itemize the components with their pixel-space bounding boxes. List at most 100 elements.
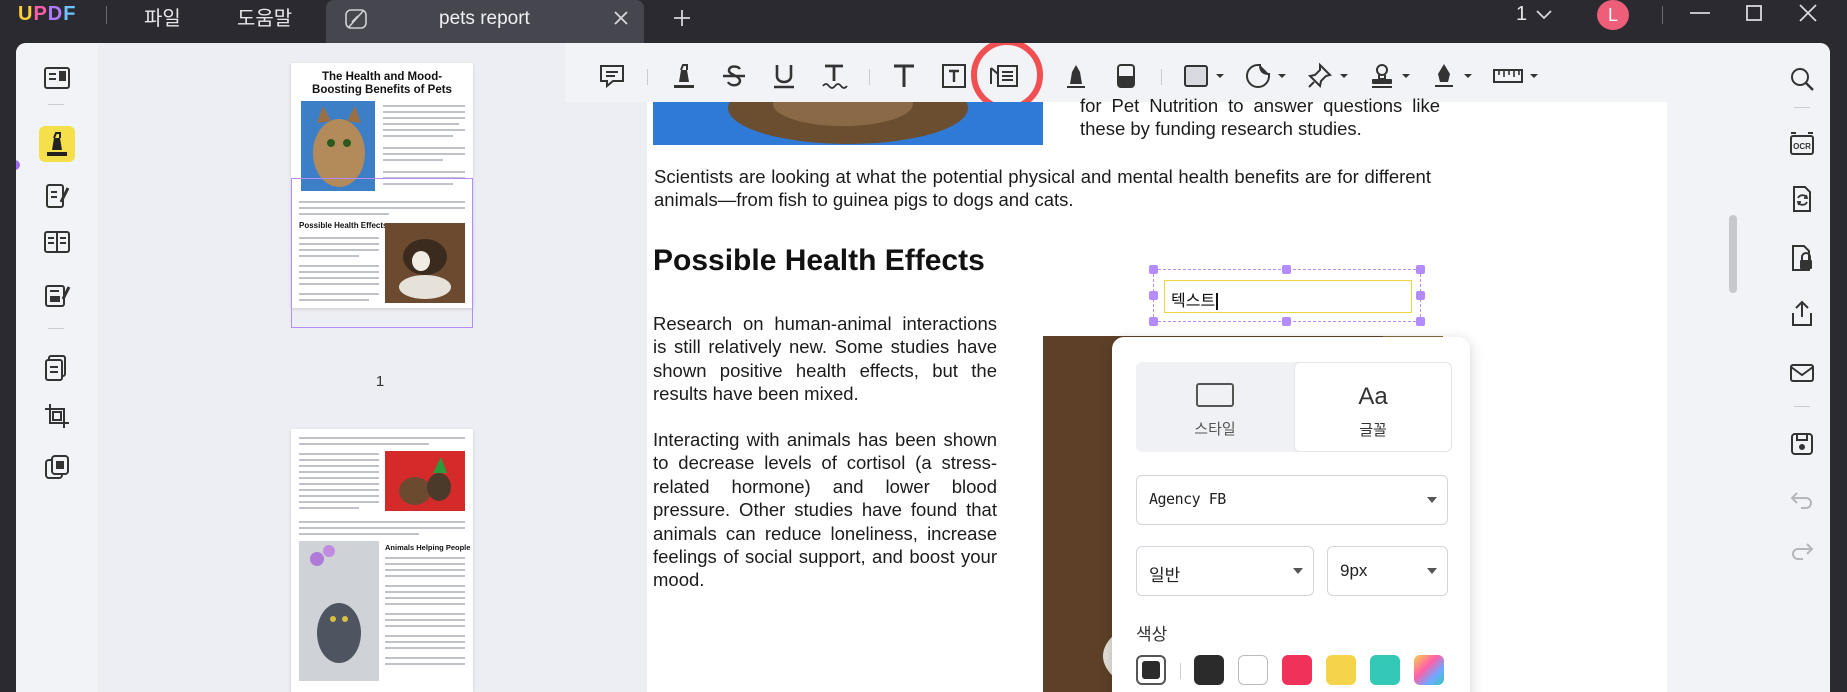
title-divider [106, 6, 107, 24]
redo-button[interactable] [1786, 535, 1818, 567]
sticker-tool[interactable] [1244, 60, 1290, 92]
form-button[interactable] [39, 278, 75, 314]
comment-mode-button[interactable] [39, 126, 75, 162]
comment-icon [600, 65, 624, 89]
color-swatch-red[interactable] [1282, 655, 1312, 685]
menu-help[interactable]: 도움말 [237, 2, 292, 31]
email-button[interactable] [1786, 357, 1818, 389]
sticky-note-tool[interactable] [596, 60, 628, 92]
title-divider [1662, 6, 1663, 24]
thumbnail-panel: The Health and Mood-Boosting Benefits of… [98, 43, 565, 692]
resize-handle[interactable] [1416, 317, 1425, 326]
text-tool[interactable] [888, 60, 920, 92]
avatar[interactable]: L [1597, 0, 1629, 30]
tab-style-label: 스타일 [1194, 421, 1236, 438]
pages-icon [45, 355, 66, 381]
page-number-1: 1 [375, 373, 385, 390]
color-swatch-teal[interactable] [1370, 655, 1400, 685]
tab-font[interactable]: Aa 글꼴 [1294, 362, 1452, 452]
close-tab-icon[interactable] [612, 9, 630, 32]
resize-handle[interactable] [1282, 317, 1291, 326]
font-size-select[interactable]: 9px [1327, 546, 1448, 596]
resize-handle[interactable] [1416, 265, 1425, 274]
reader-mode-button[interactable] [39, 60, 75, 96]
font-family-select[interactable]: Agency FB [1136, 475, 1448, 525]
text-properties-panel: 스타일 Aa 글꼴 Agency FB 일반 9px 색상 [1112, 337, 1470, 692]
search-button[interactable] [1786, 63, 1818, 95]
left-toolbar [16, 43, 98, 692]
underline-icon [774, 65, 794, 89]
text-box-tool[interactable] [938, 60, 970, 92]
page-layout-button[interactable] [39, 224, 75, 260]
resize-handle[interactable] [1282, 265, 1291, 274]
title-bar: UPDF 파일 도움말 pets report 1 L [0, 0, 1847, 43]
page-thumbnail-2[interactable]: Animals Helping People [291, 429, 473, 692]
shape-tool[interactable] [1182, 60, 1228, 92]
new-tab-icon[interactable] [672, 8, 692, 33]
convert-icon [1793, 186, 1811, 212]
font-weight-value: 일반 [1149, 566, 1181, 585]
chevron-down-icon[interactable] [1535, 8, 1553, 26]
share-icon [1792, 300, 1812, 326]
signature-tool[interactable] [1430, 60, 1476, 92]
vertical-scrollbar[interactable] [1729, 215, 1737, 293]
text-box-input[interactable]: 텍스트 [1164, 280, 1412, 313]
resize-handle[interactable] [1149, 265, 1158, 274]
resize-handle[interactable] [1149, 291, 1158, 300]
pencil-tool[interactable] [1060, 60, 1092, 92]
ocr-button[interactable]: OCR [1786, 128, 1818, 160]
color-picker-gradient[interactable] [1414, 655, 1444, 685]
pin-tool[interactable] [1306, 60, 1352, 92]
chevron-down-icon [1427, 568, 1437, 574]
highlight-tool[interactable] [668, 60, 700, 92]
font-weight-select[interactable]: 일반 [1136, 546, 1314, 596]
updf-logo: UPDF [18, 3, 77, 25]
intro-paragraph: Scientists are looking at what the poten… [654, 166, 1431, 211]
minimize-icon[interactable] [1689, 6, 1711, 24]
eraser-tool[interactable] [1110, 60, 1142, 92]
mail-icon [1790, 364, 1814, 382]
strikethrough-tool[interactable] [718, 60, 750, 92]
font-family-value: Agency FB [1149, 490, 1226, 508]
measure-tool[interactable] [1492, 60, 1542, 92]
resize-handle[interactable] [1149, 317, 1158, 326]
close-window-icon[interactable] [1798, 3, 1818, 28]
no-edit-icon [344, 8, 368, 35]
edit-pdf-button[interactable] [39, 178, 75, 214]
resize-handle[interactable] [1416, 291, 1425, 300]
underline-tool[interactable] [768, 60, 800, 92]
tab-style[interactable]: 스타일 [1136, 362, 1294, 452]
stamp-tool[interactable] [1368, 60, 1414, 92]
ruler-dropdown-icon [1493, 69, 1538, 83]
color-swatch-current[interactable] [1136, 655, 1166, 685]
stamp-dropdown-icon [1372, 64, 1410, 88]
document-tab[interactable]: pets report [326, 0, 644, 43]
undo-button[interactable] [1786, 484, 1818, 516]
text-box-value: 텍스트 [1171, 293, 1216, 310]
svg-text:OCR: OCR [1793, 142, 1811, 151]
color-swatch-white[interactable] [1238, 655, 1268, 685]
maximize-icon[interactable] [1745, 4, 1763, 27]
color-swatch-yellow[interactable] [1326, 655, 1356, 685]
convert-button[interactable] [1786, 183, 1818, 215]
font-aa-icon: Aa [1358, 383, 1388, 410]
app-window: The Health and Mood-Boosting Benefits of… [16, 43, 1830, 692]
body-paragraph-2: Interacting with animals has been shown … [653, 429, 997, 591]
page-tools-button[interactable] [39, 449, 75, 485]
layers-icon [45, 455, 69, 479]
highlighter-icon [674, 64, 694, 88]
save-button[interactable] [1786, 428, 1818, 460]
protect-button[interactable] [1786, 242, 1818, 274]
page-counter[interactable]: 1 [1516, 3, 1527, 26]
squiggly-tool[interactable] [818, 60, 850, 92]
text-icon [894, 64, 914, 87]
redo-icon [1792, 543, 1814, 560]
color-swatch-black[interactable] [1194, 655, 1224, 685]
crop-button[interactable] [39, 398, 75, 434]
menu-file[interactable]: 파일 [144, 2, 181, 31]
share-button[interactable] [1786, 298, 1818, 330]
organize-pages-button[interactable] [39, 350, 75, 386]
style-font-toggle: 스타일 Aa 글꼴 [1136, 362, 1452, 452]
cat-flowers-photo-thumb [299, 541, 379, 681]
toolbar-divider [869, 69, 870, 85]
